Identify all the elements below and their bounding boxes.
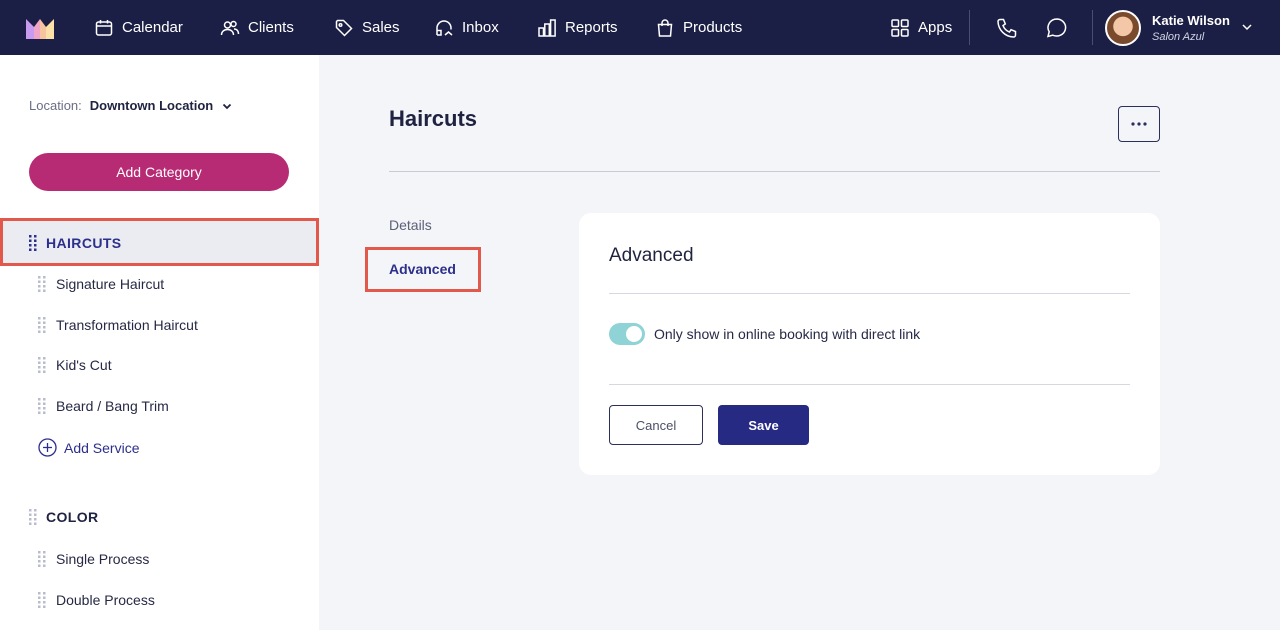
category-row-haircuts[interactable]: HAIRCUTS bbox=[0, 220, 319, 266]
nav-calendar[interactable]: Calendar bbox=[94, 0, 183, 55]
service-row[interactable]: Double Process bbox=[38, 592, 155, 608]
category-label: HAIRCUTS bbox=[46, 235, 122, 251]
toggle-label: Only show in online booking with direct … bbox=[654, 326, 921, 342]
category-label: COLOR bbox=[46, 509, 99, 525]
bar-chart-icon bbox=[538, 18, 556, 37]
drag-handle-icon[interactable] bbox=[29, 235, 37, 251]
brand-logo-icon[interactable] bbox=[26, 17, 54, 39]
clients-icon bbox=[220, 20, 240, 35]
location-selector[interactable]: Location: Downtown Location bbox=[29, 98, 233, 113]
divider bbox=[609, 384, 1130, 385]
cancel-button[interactable]: Cancel bbox=[609, 405, 703, 445]
drag-handle-icon[interactable] bbox=[38, 592, 46, 608]
category-sidebar: Location: Downtown Location Add Category… bbox=[0, 55, 319, 630]
service-label: Signature Haircut bbox=[56, 276, 165, 292]
nav-products-label: Products bbox=[683, 19, 743, 36]
user-salon: Salon Azul bbox=[1152, 31, 1205, 43]
apps-grid-icon bbox=[891, 18, 909, 37]
service-row[interactable]: Single Process bbox=[38, 551, 149, 567]
drag-handle-icon[interactable] bbox=[38, 357, 46, 373]
drag-handle-icon[interactable] bbox=[38, 317, 46, 333]
advanced-settings-card: Advanced Only show in online booking wit… bbox=[579, 213, 1160, 475]
drag-handle-icon[interactable] bbox=[38, 398, 46, 414]
more-horizontal-icon bbox=[1131, 122, 1147, 126]
service-label: Single Process bbox=[56, 551, 150, 567]
add-category-button[interactable]: Add Category bbox=[29, 153, 289, 191]
add-service-label: Add Service bbox=[64, 439, 140, 456]
save-button[interactable]: Save bbox=[718, 405, 809, 445]
location-label: Location: bbox=[29, 98, 82, 113]
service-label: Beard / Bang Trim bbox=[56, 398, 169, 414]
nav-reports-label: Reports bbox=[565, 19, 618, 36]
drag-handle-icon[interactable] bbox=[38, 551, 46, 567]
tag-icon bbox=[335, 19, 353, 37]
plus-circle-icon bbox=[38, 438, 57, 457]
nav-products[interactable]: Products bbox=[655, 0, 742, 55]
location-value[interactable]: Downtown Location bbox=[90, 98, 213, 113]
divider bbox=[609, 293, 1130, 294]
nav-sales[interactable]: Sales bbox=[334, 0, 400, 55]
nav-clients[interactable]: Clients bbox=[220, 0, 294, 55]
drag-handle-icon[interactable] bbox=[38, 276, 46, 292]
nav-divider bbox=[1092, 10, 1093, 45]
drag-handle-icon[interactable] bbox=[29, 509, 37, 525]
divider bbox=[389, 171, 1160, 172]
shopping-bag-icon bbox=[657, 18, 673, 37]
add-service-button[interactable]: Add Service bbox=[38, 438, 139, 457]
nav-calendar-label: Calendar bbox=[122, 19, 183, 36]
tab-details[interactable]: Details bbox=[389, 217, 432, 233]
nav-inbox[interactable]: Inbox bbox=[434, 0, 499, 55]
category-row-color[interactable]: COLOR bbox=[0, 494, 319, 540]
chevron-down-icon[interactable] bbox=[221, 100, 233, 112]
user-name: Katie Wilson bbox=[1152, 13, 1230, 28]
service-row[interactable]: Kid's Cut bbox=[38, 357, 112, 373]
nav-apps[interactable]: Apps bbox=[890, 0, 952, 55]
toggle-knob bbox=[626, 326, 642, 342]
nav-clients-label: Clients bbox=[248, 19, 294, 36]
service-row[interactable]: Transformation Haircut bbox=[38, 317, 198, 333]
nav-inbox-label: Inbox bbox=[462, 19, 499, 36]
nav-apps-label: Apps bbox=[918, 19, 953, 36]
calendar-icon bbox=[95, 19, 113, 36]
nav-reports[interactable]: Reports bbox=[537, 0, 618, 55]
chat-bubble-icon[interactable] bbox=[1045, 16, 1069, 40]
service-row[interactable]: Signature Haircut bbox=[38, 276, 164, 292]
nav-divider bbox=[969, 10, 970, 45]
nav-sales-label: Sales bbox=[362, 19, 400, 36]
top-navigation-bar: Calendar Clients Sales Inbox Reports Pro… bbox=[0, 0, 1280, 55]
page-title: Haircuts bbox=[389, 106, 478, 131]
service-label: Transformation Haircut bbox=[56, 317, 198, 333]
phone-icon[interactable] bbox=[995, 16, 1019, 40]
more-options-button[interactable] bbox=[1118, 106, 1160, 142]
service-label: Kid's Cut bbox=[56, 357, 112, 373]
service-label: Double Process bbox=[56, 592, 155, 608]
card-title: Advanced bbox=[609, 245, 694, 266]
user-avatar[interactable] bbox=[1105, 10, 1141, 46]
chevron-down-icon[interactable] bbox=[1240, 20, 1254, 34]
inbox-icon bbox=[436, 19, 453, 36]
direct-link-toggle[interactable] bbox=[609, 323, 645, 345]
service-row[interactable]: Beard / Bang Trim bbox=[38, 398, 169, 414]
tab-advanced[interactable]: Advanced bbox=[389, 261, 456, 277]
